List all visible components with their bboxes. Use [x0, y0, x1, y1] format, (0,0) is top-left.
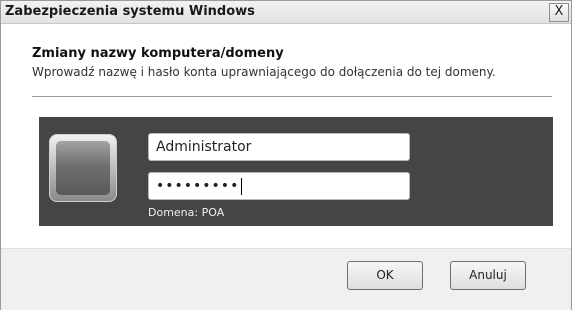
- domain-label: Domena: POA: [148, 206, 225, 219]
- window-title: Zabezpieczenia systemu Windows: [5, 4, 255, 19]
- user-tile-icon: [49, 134, 117, 202]
- dialog-instruction: Wprowadź nazwę i hasło konta uprawniając…: [32, 65, 496, 79]
- ok-button[interactable]: OK: [347, 261, 423, 290]
- dialog-heading: Zmiany nazwy komputera/domeny: [32, 46, 284, 61]
- title-bar[interactable]: Zabezpieczenia systemu Windows X: [1, 1, 571, 24]
- separator-line: [32, 96, 552, 97]
- button-bar: OK Anuluj: [1, 248, 571, 310]
- security-dialog: Zabezpieczenia systemu Windows X Zmiany …: [0, 0, 572, 310]
- close-icon: X: [554, 4, 564, 19]
- password-field[interactable]: •••••••••: [148, 172, 410, 200]
- cancel-button[interactable]: Anuluj: [450, 261, 526, 290]
- username-value: Administrator: [156, 139, 252, 155]
- username-field[interactable]: Administrator: [148, 133, 410, 161]
- user-tile-image: [56, 141, 110, 195]
- credential-panel: Administrator ••••••••• Domena: POA: [39, 117, 553, 226]
- text-caret: [241, 177, 243, 195]
- close-button[interactable]: X: [549, 3, 569, 22]
- password-mask: •••••••••: [156, 178, 240, 194]
